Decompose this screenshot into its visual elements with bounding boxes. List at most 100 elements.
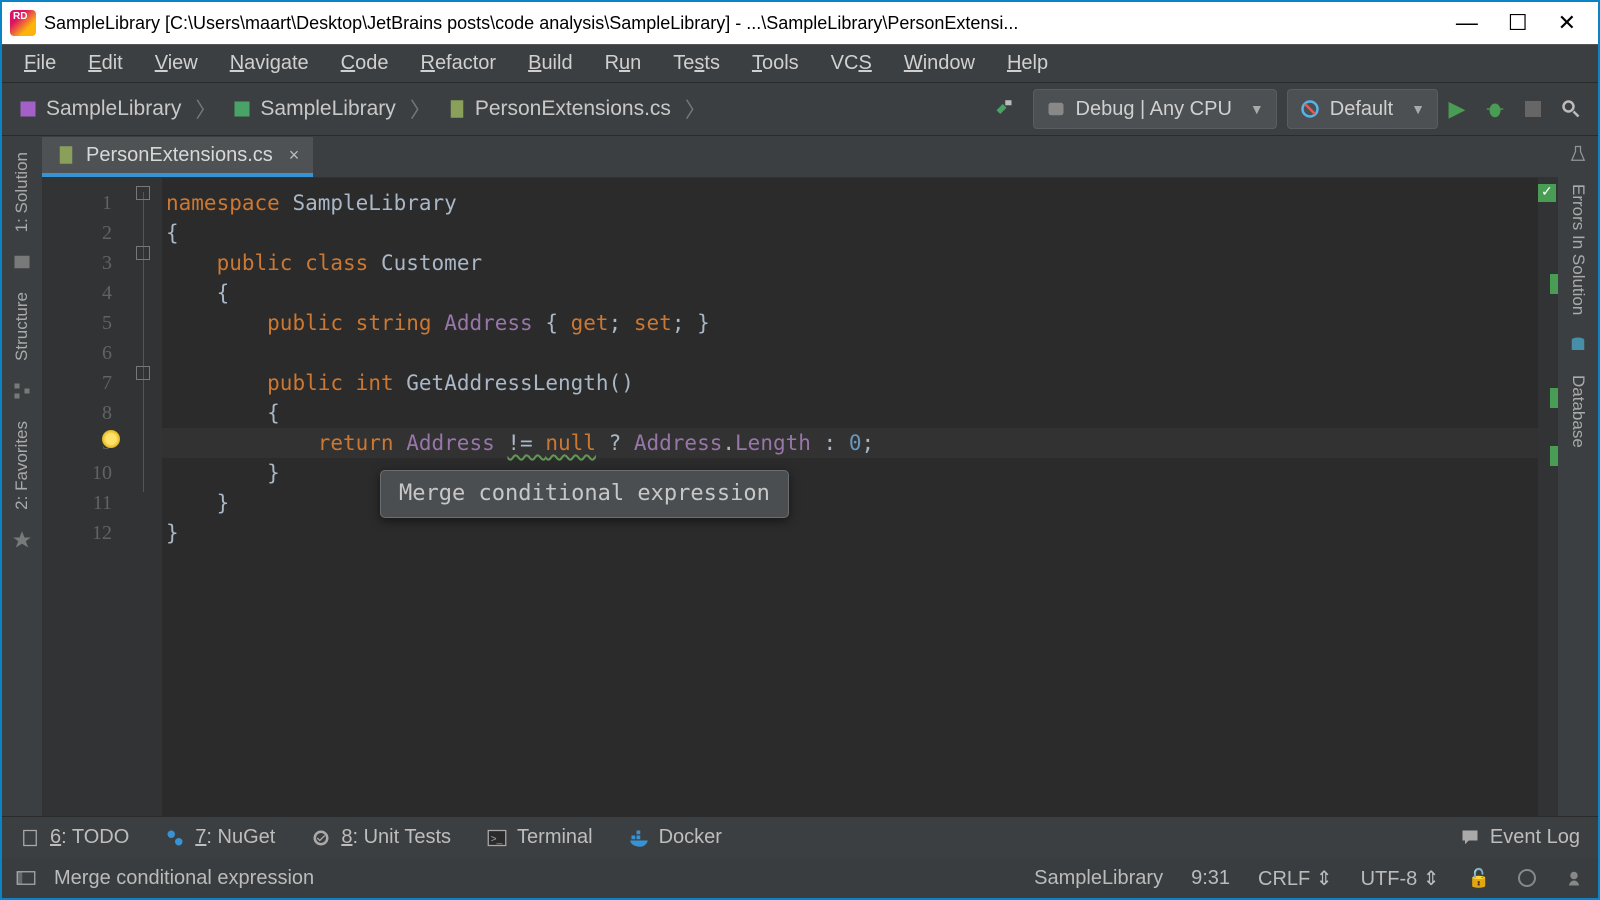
toolwin-eventlog[interactable]: Event Log — [1460, 826, 1580, 849]
minimize-button[interactable]: — — [1456, 12, 1478, 34]
breadcrumb-solution[interactable]: SampleLibrary 〉 — [10, 94, 224, 124]
database-icon[interactable] — [1568, 335, 1588, 355]
breadcrumb-label: SampleLibrary — [46, 97, 181, 121]
fold-toggle[interactable] — [136, 186, 150, 200]
code-content[interactable]: namespace SampleLibrary { public class C… — [162, 178, 1538, 816]
menu-build[interactable]: Build — [512, 52, 588, 75]
menu-help[interactable]: Help — [991, 52, 1064, 75]
star-icon[interactable] — [12, 530, 32, 550]
tests-icon — [311, 828, 331, 848]
toolwin-label: 6: TODO — [50, 826, 129, 849]
hammer-icon — [994, 99, 1014, 119]
navigation-bar: SampleLibrary 〉 SampleLibrary 〉 PersonEx… — [2, 82, 1598, 136]
csharp-file-icon — [447, 99, 467, 119]
menu-code[interactable]: Code — [325, 52, 405, 75]
toolwin-label: Event Log — [1490, 826, 1580, 849]
toolwin-nuget[interactable]: 7: NuGet — [165, 826, 275, 849]
close-tab-button[interactable]: × — [289, 145, 300, 166]
run-config-dropdown[interactable]: Debug | Any CPU ▼ — [1033, 89, 1277, 129]
toolwindows-toggle-icon[interactable] — [16, 868, 36, 888]
bug-icon — [1484, 98, 1506, 120]
toolwin-docker[interactable]: Docker — [629, 826, 722, 849]
status-bar: Merge conditional expression SampleLibra… — [2, 858, 1598, 898]
sidebar-tab-structure[interactable]: Structure — [12, 284, 32, 369]
editor-tab-personextensions[interactable]: PersonExtensions.cs × — [42, 137, 313, 177]
intention-tooltip[interactable]: Merge conditional expression — [380, 470, 789, 518]
build-button[interactable] — [985, 90, 1023, 128]
close-button[interactable]: ✕ — [1558, 12, 1576, 34]
menu-tools[interactable]: Tools — [736, 52, 815, 75]
breadcrumbs: SampleLibrary 〉 SampleLibrary 〉 PersonEx… — [10, 94, 714, 124]
toolwin-todo[interactable]: 6: TODO — [20, 826, 129, 849]
right-tool-strip: Errors In Solution Database — [1558, 136, 1598, 816]
breadcrumb-file[interactable]: PersonExtensions.cs 〉 — [439, 94, 714, 124]
status-encoding[interactable]: UTF-8 ⇕ — [1361, 866, 1440, 891]
search-everywhere-button[interactable] — [1552, 90, 1590, 128]
profile-label: Default — [1330, 98, 1393, 121]
breadcrumb-label: SampleLibrary — [260, 97, 395, 121]
fold-toggle[interactable] — [136, 366, 150, 380]
menu-navigate[interactable]: Navigate — [214, 52, 325, 75]
nuget-icon — [165, 828, 185, 848]
menu-run[interactable]: Run — [589, 52, 658, 75]
fold-gutter — [130, 178, 162, 816]
menu-window[interactable]: Window — [888, 52, 991, 75]
menu-refactor[interactable]: Refactor — [404, 52, 512, 75]
editor-tabs: PersonExtensions.cs × — [42, 136, 1558, 178]
titlebar: SampleLibrary [C:\Users\maart\Desktop\Je… — [2, 2, 1598, 44]
breadcrumb-label: PersonExtensions.cs — [475, 97, 671, 121]
structure-icon[interactable] — [12, 381, 32, 401]
toolwin-label: Terminal — [517, 826, 593, 849]
stop-button[interactable] — [1514, 90, 1552, 128]
inspection-ok-icon[interactable] — [1538, 184, 1556, 202]
terminal-icon: >_ — [487, 828, 507, 848]
hint-marker[interactable] — [1550, 274, 1558, 294]
debug-button[interactable] — [1476, 90, 1514, 128]
svg-text:>_: >_ — [491, 833, 503, 844]
readonly-toggle-icon[interactable]: 🔓 — [1468, 868, 1490, 889]
sidebar-tab-solution[interactable]: 1: Solution — [12, 144, 32, 240]
intention-bulb-icon[interactable] — [102, 430, 120, 448]
flask-icon[interactable] — [1568, 144, 1588, 164]
memory-indicator-icon[interactable] — [1564, 868, 1584, 888]
fold-toggle[interactable] — [136, 246, 150, 260]
solution-explorer-icon[interactable] — [12, 252, 32, 272]
tab-label: PersonExtensions.cs — [86, 144, 273, 167]
menu-tests[interactable]: Tests — [657, 52, 736, 75]
inspection-profile-icon[interactable] — [1518, 869, 1536, 887]
toolwin-label: 7: NuGet — [195, 826, 275, 849]
menu-vcs[interactable]: VCS — [815, 52, 888, 75]
sidebar-tab-database[interactable]: Database — [1568, 367, 1588, 456]
menu-file[interactable]: File — [8, 52, 72, 75]
speech-bubble-icon — [1460, 828, 1480, 848]
status-line-sep[interactable]: CRLF ⇕ — [1258, 866, 1333, 891]
profile-dropdown[interactable]: Default ▼ — [1287, 89, 1438, 129]
stop-icon — [1525, 101, 1541, 117]
profile-icon — [1300, 99, 1320, 119]
sidebar-tab-favorites[interactable]: 2: Favorites — [12, 413, 32, 518]
toolwin-terminal[interactable]: >_ Terminal — [487, 826, 593, 849]
breadcrumb-project[interactable]: SampleLibrary 〉 — [224, 94, 438, 124]
sidebar-tab-errors[interactable]: Errors In Solution — [1568, 176, 1588, 323]
status-caret-pos[interactable]: 9:31 — [1191, 867, 1230, 890]
play-icon: ▶ — [1449, 96, 1466, 122]
chevron-right-icon: 〉 — [679, 94, 706, 124]
maximize-button[interactable]: ☐ — [1508, 12, 1528, 34]
run-button[interactable]: ▶ — [1438, 90, 1476, 128]
window-controls: — ☐ ✕ — [1456, 12, 1590, 34]
run-config-label: Debug | Any CPU — [1076, 98, 1232, 121]
status-project[interactable]: SampleLibrary — [1034, 867, 1163, 890]
toolwin-unittests[interactable]: 8: Unit Tests — [311, 826, 451, 849]
menu-view[interactable]: View — [139, 52, 214, 75]
hint-marker[interactable] — [1550, 446, 1558, 466]
solution-icon — [18, 99, 38, 119]
code-editor[interactable]: 123456789101112 namespace SampleLibrary … — [42, 178, 1558, 816]
chevron-right-icon: 〉 — [189, 94, 216, 124]
toolwin-label: Docker — [659, 826, 722, 849]
search-icon — [1561, 99, 1581, 119]
left-tool-strip: 1: Solution Structure 2: Favorites — [2, 136, 42, 816]
chevron-right-icon: 〉 — [404, 94, 431, 124]
hint-marker[interactable] — [1550, 388, 1558, 408]
menu-edit[interactable]: Edit — [72, 52, 138, 75]
error-stripe — [1538, 178, 1558, 816]
